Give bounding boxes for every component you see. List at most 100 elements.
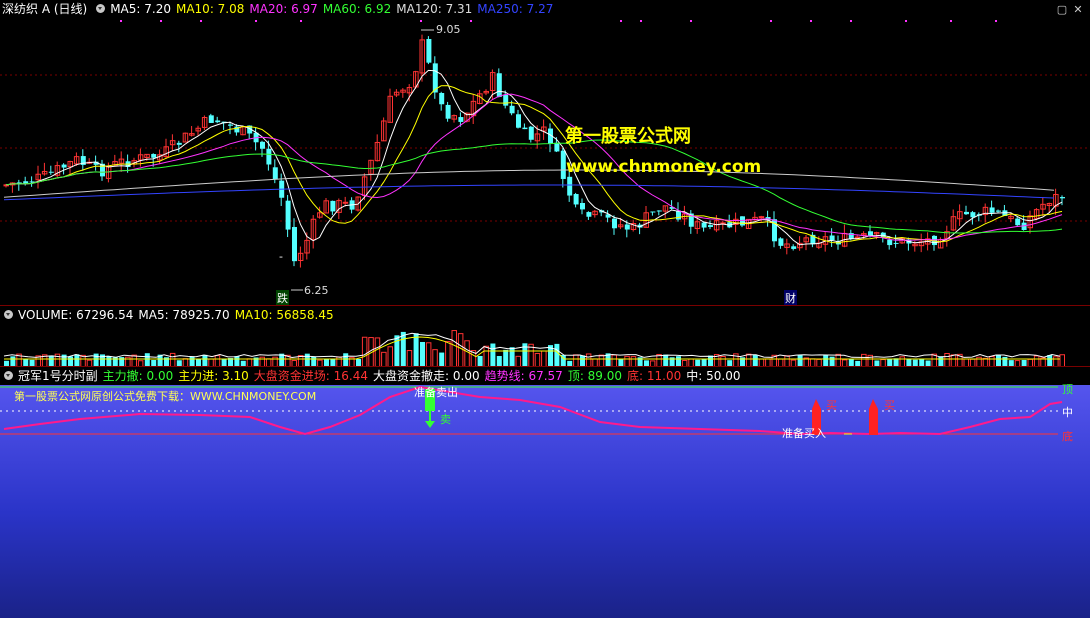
indicator-label-2: 大盘资金进场: 16.44 [253,369,369,383]
signal-dot [120,20,122,22]
ma5-line [5,69,1063,246]
ask-marker: - [279,250,283,263]
volume-bar [400,331,406,367]
event-marker-cai[interactable]: 财 [784,290,797,306]
candle-body [758,216,765,219]
signal-dot [420,20,422,22]
ma-label-5: MA250: 7.27 [477,2,554,16]
candlestick-chart[interactable] [0,0,1090,305]
candle-body [496,73,502,97]
ma250-line [3,184,1055,201]
price-header: 深纺织 A (日线) MA5: 7.20 MA10: 7.08 MA20: 6.97 M… [0,0,563,18]
level-top-label: 顶 [1062,383,1073,396]
volume-bar [445,341,451,367]
level-mid-label: 中 [1062,406,1073,419]
candle-body [528,126,534,140]
ma-label-4: MA120: 7.31 [396,2,473,16]
indicator-label-1: 主力进: 3.10 [178,369,249,383]
signal-dot [905,20,907,22]
volume-bar [169,352,176,367]
candle-body [573,194,579,205]
buy-column [869,409,878,435]
volume-bar [413,333,419,367]
event-marker-die[interactable]: 跌 [276,290,289,306]
indicator-label-0: 主力撤: 0.00 [102,369,174,383]
candle-body [887,239,893,246]
indicator-label-3: 大盘资金撤走: 0.00 [373,369,480,383]
buy-label-1: 买 [826,399,837,412]
ma-label-2: MA20: 6.97 [249,2,318,16]
sell-ready-label: 准备卖出 [414,386,458,399]
candle-body [624,224,630,230]
candle-body [176,142,182,145]
sell-label: 卖 [440,413,451,426]
candle-body [612,218,617,229]
indicator-panel[interactable]: 冠军1号分时副 主力撤: 0.00 主力进: 3.10 大盘资金进场: 16.44 大盘… [0,367,1090,618]
indicator-chart[interactable] [0,367,1090,618]
candle-body [989,207,995,213]
indicator-label-6: 底: 11.00 [627,369,682,383]
ma-label-0: MA5: 7.20 [110,2,171,16]
level-bottom-label: 底 [1062,430,1073,443]
candle-body [708,225,713,227]
signal-dot [470,20,472,22]
candle-body [292,227,297,262]
candle-body [445,104,451,119]
close-icon[interactable]: ✕ [1072,4,1084,16]
candle-body [996,210,1001,212]
candle-body [285,200,291,230]
candle-body [554,142,560,152]
candle-body [964,211,969,215]
candle-body [48,171,54,173]
ma-label-3: MA60: 6.92 [322,2,392,16]
candle-body [854,236,861,239]
volume-bar [420,341,425,367]
candle-body [516,114,521,128]
low-price-label: 6.25 [304,284,329,297]
minimize-icon[interactable]: ▢ [1056,4,1068,16]
ma-label-1: MA10: 7.08 [175,2,245,16]
buy-ready-label: 准备买入 [782,427,826,440]
candle-body [342,201,349,204]
indicator-label-7: 中: 50.00 [686,369,741,383]
watermark-url: www.chnmoney.com [566,157,762,177]
volume-bar [387,346,393,367]
watermark-title: 第一股票公式网 [565,126,691,147]
volume-label-2: MA10: 56858.45 [234,308,334,322]
volume-ma5-line [3,332,1061,359]
dropdown-circle-icon[interactable] [4,310,13,319]
ma-legend: MA5: 7.20 MA10: 7.08 MA20: 6.97 MA60: 6.92 M… [110,2,558,16]
volume-bar [503,349,509,367]
indicator-label-5: 顶: 89.00 [567,369,623,383]
candle-body [1015,218,1021,226]
volume-panel[interactable]: VOLUME: 67296.54 MA5: 78925.70 MA10: 56858… [0,306,1090,367]
candle-body [580,202,585,210]
volume-legend: VOLUME: 67296.54 MA5: 78925.70 MA10: 56858… [18,308,339,322]
volume-bar [457,333,464,367]
volume-bar [304,353,310,367]
dropdown-circle-icon[interactable] [4,371,13,380]
candle-body [61,164,67,168]
candle-body [522,127,528,130]
volume-bar [425,342,432,367]
indicator-header: 冠军1号分时副 主力撤: 0.00 主力进: 3.10 大盘资金进场: 16.44 大盘… [0,367,1090,385]
candle-body [151,154,157,158]
signal-dot [160,20,162,22]
candle-body [567,176,573,196]
volume-bar [534,352,541,367]
signal-dot [810,20,812,22]
signal-dot [995,20,997,22]
candle-body [439,92,445,105]
candle-body [330,200,336,212]
signal-dot [200,20,202,22]
volume-bar [343,353,349,367]
volume-bar [361,336,368,367]
signal-dot [300,20,302,22]
price-chart-panel[interactable]: 深纺织 A (日线) MA5: 7.20 MA10: 7.08 MA20: 6.97 M… [0,0,1090,306]
volume-bar [483,345,489,367]
dropdown-circle-icon[interactable] [96,4,106,13]
high-price-label: 9.05 [436,23,461,36]
sell-arrow-head [425,421,435,428]
volume-label-0: VOLUME: 67296.54 [18,308,134,322]
signal-dot [950,20,952,22]
